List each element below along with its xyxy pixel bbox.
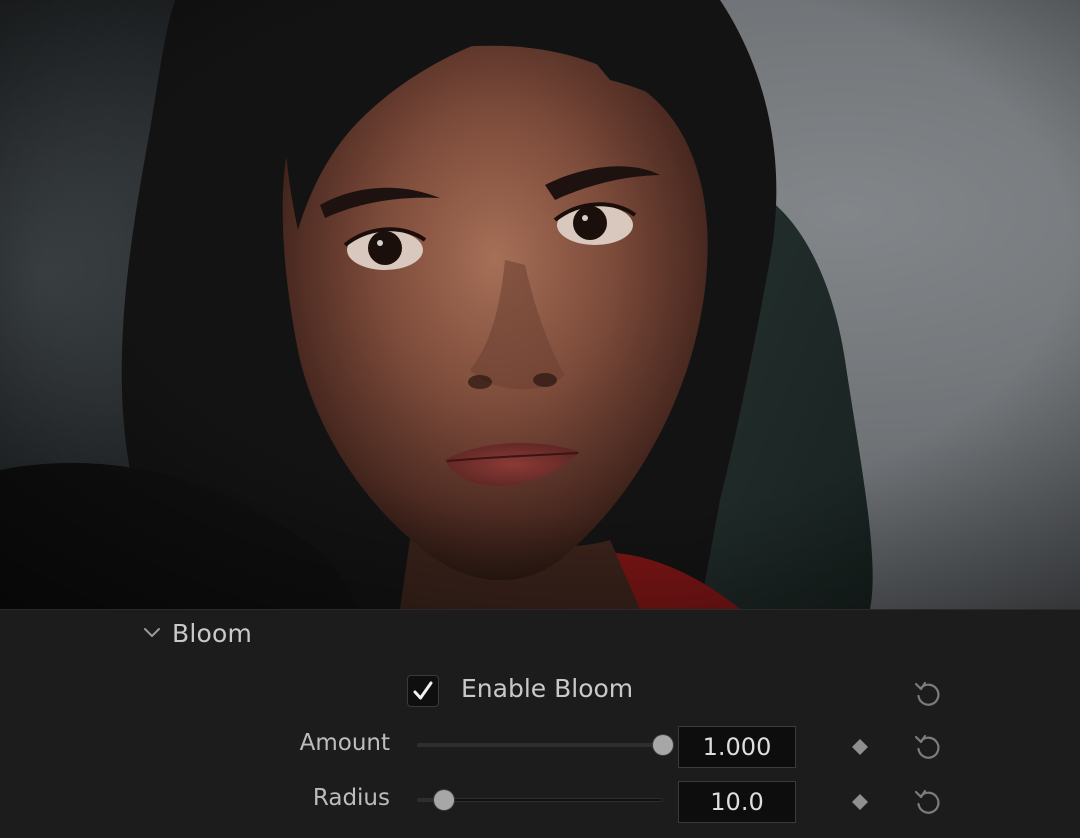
amount-slider[interactable]	[417, 735, 673, 755]
bloom-inspector-panel: Bloom Enable Bloom Amount 1.000 Radius 1…	[0, 609, 1080, 838]
enable-bloom-label: Enable Bloom	[461, 674, 634, 703]
radius-label: Radius	[312, 785, 390, 811]
keyframe-diamond-icon[interactable]	[850, 792, 870, 812]
radius-slider[interactable]	[417, 790, 663, 810]
reset-icon[interactable]	[912, 678, 944, 710]
section-title: Bloom	[172, 618, 253, 648]
enable-bloom-checkbox[interactable]	[407, 675, 439, 707]
portrait-preview-image	[0, 0, 1080, 609]
amount-slider-fill	[417, 743, 663, 747]
checkmark-icon	[413, 681, 433, 700]
chevron-down-icon[interactable]	[140, 621, 164, 645]
enable-bloom-row: Enable Bloom	[0, 671, 1080, 715]
amount-slider-knob[interactable]	[653, 735, 673, 755]
radius-slider-knob[interactable]	[434, 790, 455, 810]
amount-value-field[interactable]: 1.000	[678, 726, 796, 768]
bloom-section-header[interactable]: Bloom	[140, 616, 252, 650]
radius-row: Radius 10.0	[0, 779, 1080, 823]
app-frame: Bloom Enable Bloom Amount 1.000 Radius 1…	[0, 0, 1080, 838]
radius-value-field[interactable]: 10.0	[678, 781, 796, 823]
amount-row: Amount 1.000	[0, 724, 1080, 768]
reset-icon[interactable]	[912, 731, 944, 763]
keyframe-diamond-icon[interactable]	[850, 737, 870, 757]
reset-icon[interactable]	[912, 786, 944, 818]
preview-viewer	[0, 0, 1080, 609]
amount-label: Amount	[299, 730, 390, 756]
